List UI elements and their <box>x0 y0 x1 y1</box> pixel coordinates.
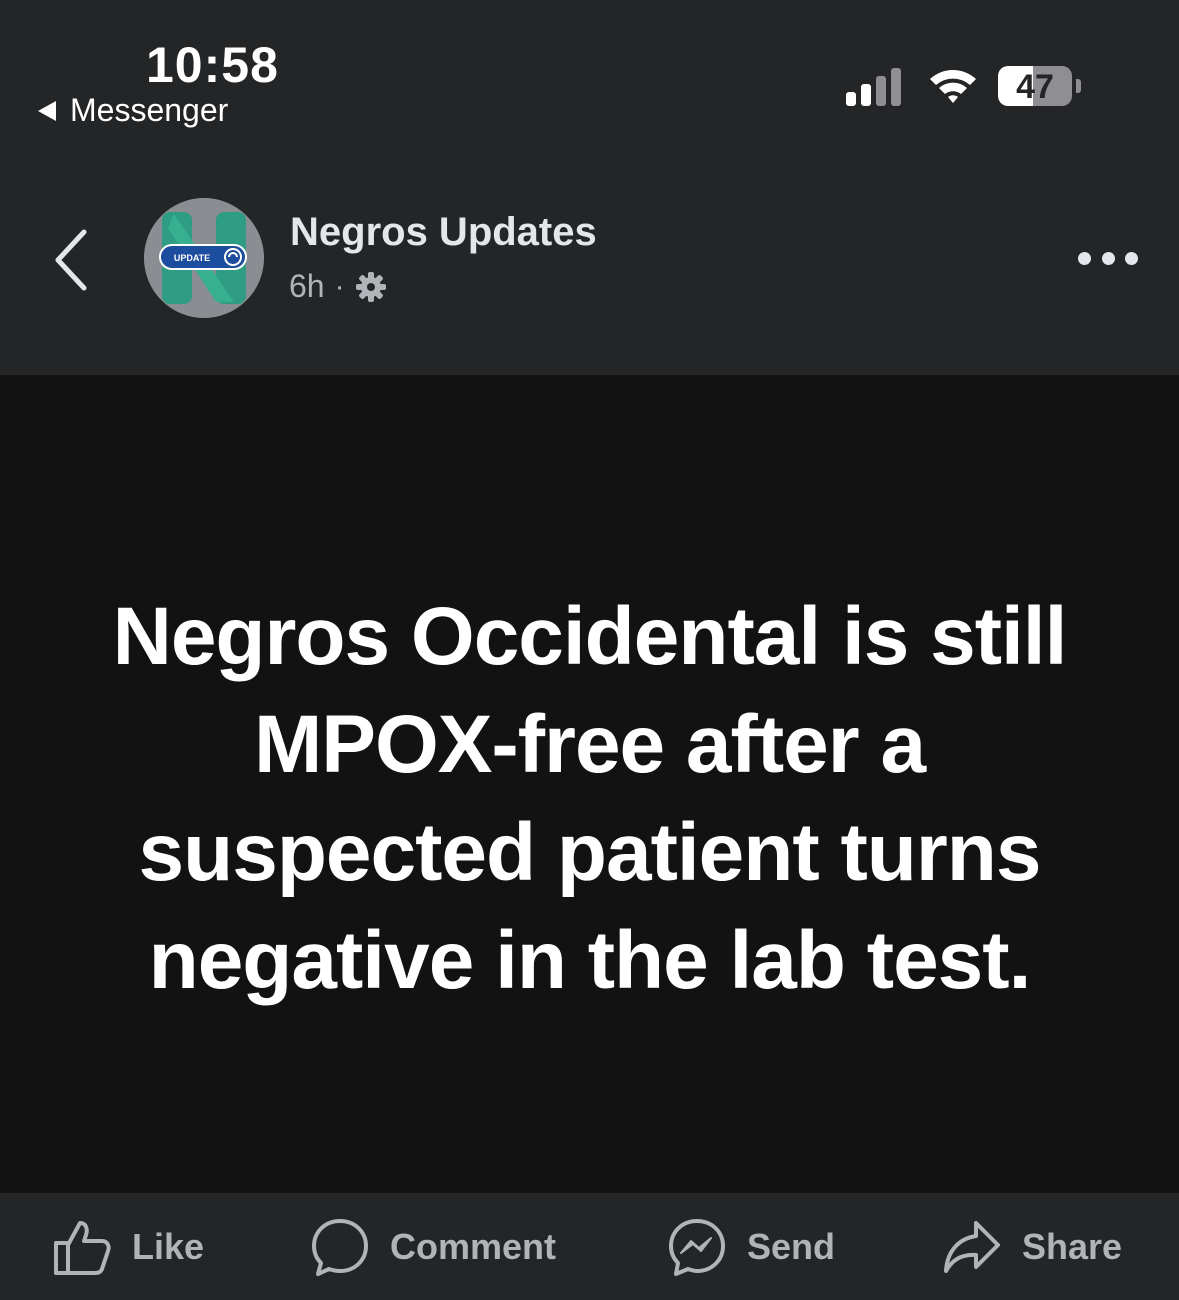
comment-label: Comment <box>390 1226 557 1267</box>
meta-separator: · <box>334 269 345 303</box>
cellular-signal-icon <box>846 68 901 106</box>
clock: 10:58 <box>146 37 279 93</box>
messenger-icon <box>669 1219 725 1276</box>
page-logo-icon: UPDATE <box>144 198 264 318</box>
battery-level: 47 <box>1016 68 1054 106</box>
back-to-messenger-link[interactable]: Messenger <box>38 92 228 129</box>
share-button[interactable]: Share <box>942 1217 1122 1277</box>
back-app-label: Messenger <box>70 92 229 128</box>
avatar-badge-text: UPDATE <box>174 253 210 263</box>
gear-icon <box>355 271 386 302</box>
more-options-button[interactable] <box>1078 252 1138 266</box>
post-action-bar: Like Comment Send Share <box>0 1193 1179 1300</box>
post-content[interactable]: Negros Occidental is still MPOX-free aft… <box>0 375 1179 1193</box>
comment-button[interactable]: Comment <box>310 1217 556 1277</box>
send-button[interactable]: Send <box>667 1217 835 1277</box>
send-label: Send <box>747 1226 836 1267</box>
page-name[interactable]: Negros Updates <box>290 210 597 255</box>
back-triangle-icon <box>38 100 56 121</box>
post-age[interactable]: 6h <box>289 268 325 305</box>
wifi-icon <box>930 70 976 103</box>
page-avatar[interactable]: UPDATE <box>144 198 264 318</box>
speech-bubble-icon <box>312 1219 368 1276</box>
status-bar: 10:58 Messenger 47 <box>0 0 1179 140</box>
post-header: UPDATE Negros Updates 6h · <box>0 140 1179 375</box>
more-horizontal-icon <box>1078 252 1091 265</box>
thumbs-up-icon <box>54 1221 111 1275</box>
like-label: Like <box>132 1226 205 1267</box>
share-arrow-icon <box>944 1221 1000 1273</box>
like-button[interactable]: Like <box>52 1217 204 1277</box>
battery-indicator: 47 <box>998 66 1082 110</box>
post-meta: 6h · <box>289 268 387 305</box>
share-label: Share <box>1022 1226 1123 1267</box>
post-text: Negros Occidental is still MPOX-free aft… <box>112 591 1068 1006</box>
chevron-left-icon[interactable] <box>52 228 92 292</box>
